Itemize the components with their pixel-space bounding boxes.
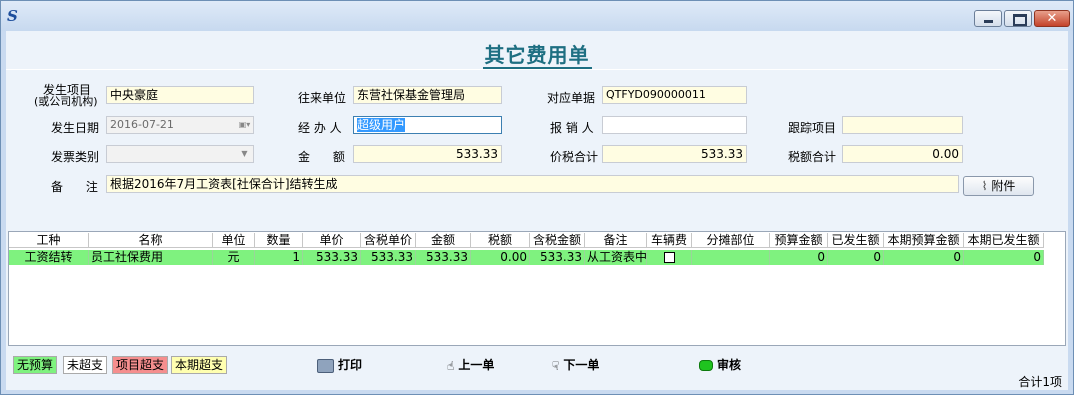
header-col-tax-price[interactable]: 含税单价 — [361, 233, 416, 248]
header-col-tax-amount[interactable]: 含税金额 — [530, 233, 585, 248]
cell-col-budget[interactable]: 0 — [770, 250, 828, 265]
hand-up-icon: ☝ — [447, 358, 455, 373]
legend-period-over: 本期超支 — [171, 356, 228, 374]
cell-col-job-type[interactable]: 工资结转 — [9, 250, 89, 265]
header-col-period-incurred[interactable]: 本期已发生额 — [964, 233, 1044, 248]
header-col-tax[interactable]: 税额 — [471, 233, 530, 248]
legend-no-budget: 无预算 — [13, 356, 58, 374]
table-header: 工种 名称 单位 数量 单价 含税单价 金额 税额 含税金额 备注 车辆费 分摊部位 预算金额 已发生额本… — [9, 233, 1044, 248]
header-col-vehicle[interactable]: 车辆费 — [647, 233, 692, 248]
cell-col-unit[interactable]: 元 — [213, 250, 255, 265]
minimize-icon — [975, 11, 1001, 26]
project-field[interactable]: 中央豪庭 — [106, 86, 254, 104]
legend-project-over: 项目超支 — [112, 356, 169, 374]
date-label: 发生日期 — [51, 121, 100, 135]
date-field[interactable]: 2016-07-21 ▣▾ — [106, 116, 254, 134]
title-bar: S ✕ — [1, 1, 1073, 31]
tracking-label: 跟踪项目 — [788, 121, 837, 135]
cell-col-name[interactable]: 员工社保费用 — [89, 250, 213, 265]
calendar-dropdown-icon[interactable]: ▣▾ — [237, 118, 252, 132]
page-title-text: 其它费用单 — [482, 43, 592, 69]
cell-col-period-incurred[interactable]: 0 — [964, 250, 1044, 265]
header-col-unit[interactable]: 单位 — [213, 233, 255, 248]
next-label: 下一单 — [563, 358, 600, 372]
handler-label: 经 办 人 — [298, 121, 342, 135]
cell-col-incurred[interactable]: 0 — [828, 250, 884, 265]
previous-label: 上一单 — [458, 358, 495, 372]
tracking-field[interactable] — [842, 116, 963, 134]
bottom-toolbar: 无预算 未超支 项目超支 本期超支 打印 ☝ 上一单 ☟ 下一单 审核 合计1项 — [6, 349, 1068, 390]
project-sublabel: (或公司机构) — [34, 95, 98, 108]
printer-icon — [317, 358, 334, 373]
header-col-period-budget[interactable]: 本期预算金额 — [884, 233, 964, 248]
cell-col-tax-price[interactable]: 533.33 — [361, 250, 416, 265]
approve-button[interactable]: 审核 — [699, 356, 741, 374]
cell-col-tax[interactable]: 0.00 — [471, 250, 530, 265]
handler-value: 超级用户 — [357, 118, 406, 132]
page-title: 其它费用单 — [6, 39, 1068, 69]
cell-col-qty[interactable]: 1 — [255, 250, 303, 265]
tax-sum-label: 税额合计 — [788, 150, 837, 164]
header-col-incurred[interactable]: 已发生额 — [828, 233, 884, 248]
main-window: S ✕ 其它费用单 发生项目 (或公司机构) 中央豪庭 往来单位 东营社保基金管… — [0, 0, 1074, 395]
cell-col-tax-amount[interactable]: 533.33 — [530, 250, 585, 265]
print-label: 打印 — [338, 358, 363, 372]
reimburser-label: 报 销 人 — [550, 121, 594, 135]
date-value: 2016-07-21 — [110, 118, 174, 131]
cell-col-amount[interactable]: 533.33 — [416, 250, 471, 265]
expense-items-table[interactable]: 工种 名称 单位 数量 单价 含税单价 金额 税额 含税金额 备注 车辆费 分摊部位 预算金额 已发生额本… — [8, 231, 1066, 346]
header-col-job-type[interactable]: 工种 — [9, 233, 89, 248]
handler-field[interactable]: 超级用户 — [353, 116, 502, 134]
approve-label: 审核 — [717, 358, 742, 372]
next-button[interactable]: ☟ 下一单 — [552, 356, 599, 374]
total-count: 合计1项 — [1018, 375, 1062, 389]
attachment-label: 附件 — [991, 179, 1016, 193]
vehicle-checkbox[interactable] — [663, 252, 675, 263]
header-col-allocation[interactable]: 分摊部位 — [692, 233, 770, 248]
cell-col-vehicle[interactable] — [647, 250, 692, 265]
close-icon: ✕ — [1046, 11, 1058, 26]
header-col-amount[interactable]: 金额 — [416, 233, 471, 248]
maximize-button[interactable] — [1004, 10, 1032, 27]
ref-field[interactable]: QTFYD090000011 — [602, 86, 747, 104]
remark-label: 备 注 — [51, 180, 98, 194]
paperclip-icon: ⌇ — [981, 179, 988, 193]
print-button[interactable]: 打印 — [317, 356, 362, 374]
maximize-icon — [1005, 11, 1031, 26]
close-button[interactable]: ✕ — [1034, 10, 1070, 27]
minimize-button[interactable] — [974, 10, 1002, 27]
tax-total-price-label: 价税合计 — [550, 150, 599, 164]
reimburser-field[interactable] — [602, 116, 747, 134]
header-col-price[interactable]: 单价 — [303, 233, 361, 248]
header-col-qty[interactable]: 数量 — [255, 233, 303, 248]
cell-col-price[interactable]: 533.33 — [303, 250, 361, 265]
cell-col-period-budget[interactable]: 0 — [884, 250, 964, 265]
previous-button[interactable]: ☝ 上一单 — [447, 356, 494, 374]
partner-label: 往来单位 — [298, 91, 347, 105]
partner-field[interactable]: 东营社保基金管理局 — [353, 86, 502, 104]
hand-down-icon: ☟ — [552, 358, 560, 373]
amount-field[interactable]: 533.33 — [353, 145, 502, 163]
invoice-label: 发票类别 — [51, 150, 100, 164]
header-col-name[interactable]: 名称 — [89, 233, 213, 248]
table-row[interactable]: 工资结转 员工社保费用元 1 533.33 533.33 533.33 0.00 533.33… — [9, 250, 1044, 265]
divider — [6, 69, 1068, 70]
green-light-icon — [699, 360, 713, 371]
legend-not-over: 未超支 — [63, 356, 108, 374]
attachment-button[interactable]: ⌇ 附件 — [963, 176, 1034, 196]
tax-total-price-field[interactable]: 533.33 — [602, 145, 747, 163]
tax-sum-field[interactable]: 0.00 — [842, 145, 963, 163]
header-col-remark[interactable]: 备注 — [585, 233, 647, 248]
form-client-area: 其它费用单 发生项目 (或公司机构) 中央豪庭 往来单位 东营社保基金管理局 对… — [6, 31, 1068, 390]
app-logo-icon: S — [7, 7, 18, 25]
header-col-budget[interactable]: 预算金额 — [770, 233, 828, 248]
chevron-down-icon[interactable]: ▼ — [237, 147, 252, 161]
cell-col-remark[interactable]: 从工资表中 — [585, 250, 647, 265]
invoice-select[interactable]: ▼ — [106, 145, 254, 163]
cell-col-allocation[interactable] — [692, 250, 770, 265]
remark-field[interactable]: 根据2016年7月工资表[社保合计]结转生成 — [106, 175, 959, 193]
amount-label: 金 额 — [298, 150, 345, 164]
ref-label: 对应单据 — [547, 91, 596, 105]
